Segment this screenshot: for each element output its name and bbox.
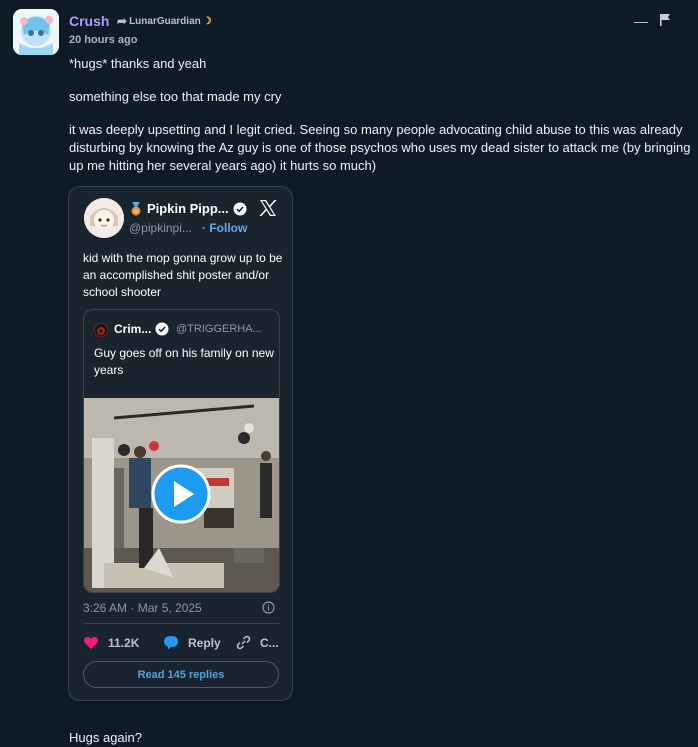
message-text: something else too that made my cry — [69, 89, 282, 104]
quoted-author-name: Crim... — [114, 322, 152, 336]
reply-button[interactable]: Reply — [163, 635, 221, 650]
read-replies-button[interactable]: Read 145 replies — [83, 661, 279, 688]
message-text: it was deeply upsetting and I legit crie… — [69, 122, 691, 173]
verified-icon — [233, 202, 247, 215]
video-thumbnail[interactable] — [84, 398, 279, 592]
heart-icon — [84, 636, 98, 649]
link-icon — [236, 635, 251, 650]
tweet-avatar[interactable] — [84, 198, 124, 238]
user-avatar[interactable] — [13, 9, 59, 55]
medal-icon — [131, 201, 141, 215]
play-icon[interactable] — [151, 464, 211, 524]
minimize-icon[interactable]: — — [634, 13, 648, 29]
reply-to-indicator[interactable]: ➦ LunarGuardian ☽ — [117, 14, 212, 28]
message-text: *hugs* thanks and yeah — [69, 56, 207, 71]
embedded-tweet[interactable]: Pipkin Pipp... @pipkinpi... · Follow kid… — [68, 186, 293, 701]
divider — [83, 623, 279, 624]
tweet-author[interactable]: Pipkin Pipp... — [129, 201, 247, 216]
tweet-author-name: Pipkin Pipp... — [147, 201, 229, 216]
copy-link-button[interactable]: C... — [236, 635, 279, 650]
reply-label: Reply — [188, 635, 221, 650]
tweet-timestamp[interactable]: 3:26 AM · Mar 5, 2025 — [83, 601, 202, 615]
comment-icon — [164, 636, 178, 650]
quoted-avatar — [94, 323, 108, 337]
reply-arrow-icon: ➦ — [117, 14, 128, 28]
post-timestamp: 20 hours ago — [69, 34, 138, 46]
like-button[interactable]: 11.2K — [83, 635, 139, 650]
post-header: Crush ➦ LunarGuardian ☽ — — [69, 13, 689, 33]
reply-to-name: LunarGuardian — [129, 15, 201, 27]
follow-button[interactable]: · Follow — [202, 221, 247, 235]
tweet-actions: 11.2K Reply C... — [83, 635, 283, 653]
flag-icon[interactable] — [660, 13, 670, 31]
quoted-tweet[interactable]: Crim... @TRIGGERHA... Guy goes off on hi… — [83, 309, 280, 593]
tweet-text: kid with the mop gonna grow up to be an … — [83, 251, 283, 299]
author-name[interactable]: Crush — [69, 13, 109, 29]
message-text: Hugs again? — [69, 730, 142, 745]
like-count: 11.2K — [108, 635, 140, 650]
quoted-text: Guy goes off on his family on new years — [94, 346, 274, 377]
info-icon[interactable] — [262, 601, 275, 614]
x-logo-icon[interactable] — [258, 198, 278, 218]
copy-label: C... — [260, 635, 279, 650]
tweet-handle[interactable]: @pipkinpi... — [129, 221, 192, 235]
verified-icon — [155, 322, 169, 336]
quoted-author[interactable]: Crim... — [114, 322, 169, 336]
moon-icon: ☽ — [202, 15, 212, 27]
quoted-handle: @TRIGGERHA... — [176, 323, 262, 335]
